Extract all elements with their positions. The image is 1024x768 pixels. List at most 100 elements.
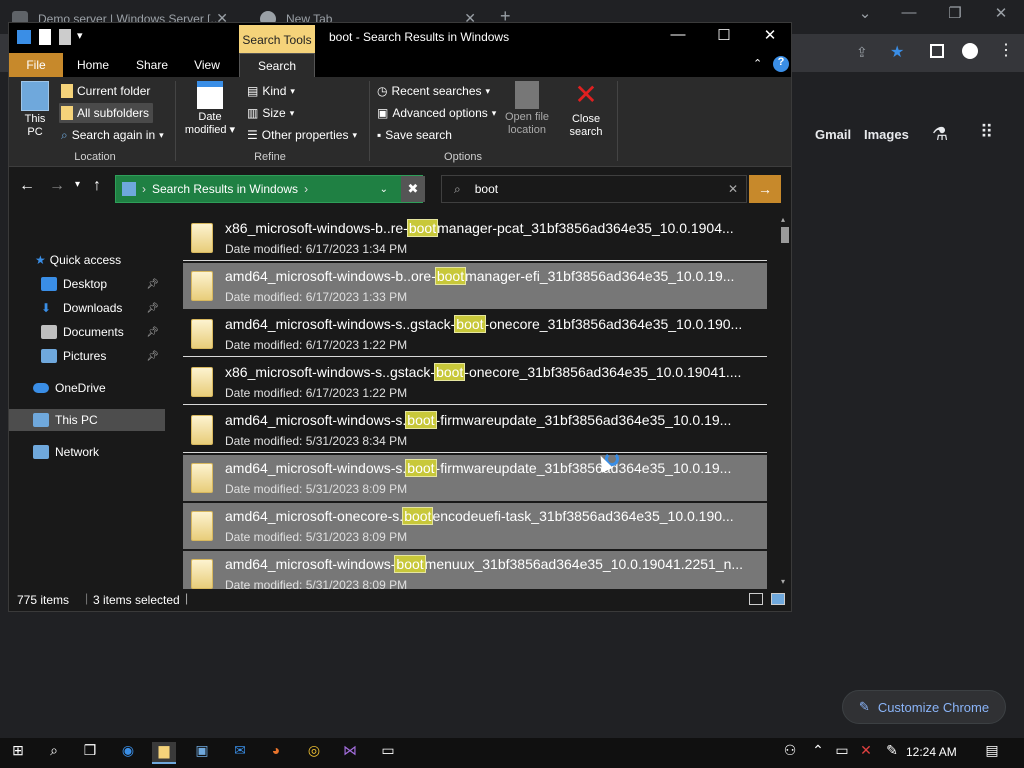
close-search-button[interactable]: ✕ Close search — [561, 81, 611, 139]
visual-studio-icon[interactable]: ⋈ — [338, 742, 362, 764]
date-modified-button[interactable]: Date modified ▾ — [181, 81, 239, 137]
side-panel-icon[interactable] — [930, 44, 944, 58]
nav-item-this-pc[interactable]: This PC — [9, 409, 165, 431]
file-explorer-icon[interactable]: ▆ — [152, 742, 176, 764]
result-row[interactable]: x86_microsoft-windows-b..re-bootmanager-… — [183, 215, 767, 261]
name-prefix: amd64_microsoft-windows-s. — [225, 412, 407, 428]
nav-item-quick-access[interactable]: ★ Quick access — [9, 249, 165, 271]
result-row[interactable]: amd64_microsoft-windows-s..gstack-boot-o… — [183, 311, 767, 357]
pencil-icon: ✎ — [858, 699, 870, 714]
tab-home[interactable]: Home — [71, 53, 115, 77]
labs-flask-icon[interactable]: ⚗ — [932, 124, 948, 145]
address-dropdown-icon[interactable]: ⌄ — [380, 184, 388, 195]
nav-item-downloads[interactable]: ⬇ Downloads 📌︎ — [9, 297, 165, 319]
network-tray-icon[interactable]: ▭ — [830, 742, 854, 764]
tab-file[interactable]: File — [9, 53, 63, 77]
advanced-options-button[interactable]: ▣ Advanced options ▾ — [377, 103, 496, 123]
result-row[interactable]: amd64_microsoft-windows-bootmenuux_31bf3… — [183, 551, 767, 589]
mail-icon[interactable]: ✉ — [228, 742, 252, 764]
profile-avatar-icon[interactable] — [962, 43, 978, 59]
tray-chevron-up-icon[interactable]: ⌃ — [806, 742, 830, 764]
nav-item-onedrive[interactable]: OneDrive — [9, 377, 165, 399]
minimize-button[interactable]: — — [655, 26, 701, 50]
clear-query-icon[interactable]: ✕ — [728, 182, 738, 196]
result-row[interactable]: amd64_microsoft-windows-s.boot-firmwareu… — [183, 455, 767, 501]
keyword-highlight: boot — [434, 363, 466, 381]
quick-access-toolbar-dropdown-icon[interactable]: ▾ — [77, 29, 83, 42]
maximize-button[interactable]: ☐ — [701, 26, 747, 50]
scroll-up-icon[interactable]: ▴ — [781, 215, 785, 224]
vertical-scrollbar[interactable]: ▴ ▾ — [779, 215, 791, 589]
large-icons-view-icon[interactable] — [771, 593, 785, 605]
back-arrow-icon[interactable]: ← — [19, 177, 35, 195]
firefox-icon[interactable]: ◕ — [264, 742, 288, 764]
tab-view[interactable]: View — [187, 53, 227, 77]
search-again-in-button[interactable]: ⌕ Search again in ▾ — [61, 125, 164, 145]
customize-chrome-button[interactable]: ✎ Customize Chrome — [842, 690, 1006, 724]
clear-search-button[interactable]: ✖ — [401, 176, 425, 202]
other-properties-button[interactable]: ☰ Other properties ▾ — [247, 125, 357, 145]
action-center-icon[interactable]: ▤ — [980, 742, 1004, 764]
this-pc-button[interactable]: This PC — [17, 81, 53, 139]
properties-icon[interactable] — [39, 29, 51, 45]
nav-item-desktop[interactable]: Desktop 📌︎ — [9, 273, 165, 295]
people-icon[interactable]: ⚇ — [778, 742, 802, 764]
scroll-down-icon[interactable]: ▾ — [781, 577, 785, 586]
nav-item-network[interactable]: Network — [9, 441, 165, 463]
close-button[interactable]: ✕ — [747, 26, 793, 50]
up-arrow-icon[interactable]: ↑ — [93, 177, 101, 195]
pin-icon[interactable]: 📌︎ — [146, 279, 159, 290]
menu-kebab-icon[interactable]: ⋮ — [998, 40, 1014, 60]
recent-searches-button[interactable]: ◷ Recent searches ▾ — [377, 81, 490, 101]
edge-browser-icon[interactable]: ◉ — [116, 742, 140, 764]
help-icon[interactable]: ? — [773, 56, 789, 72]
collapse-ribbon-icon[interactable]: ⌃ — [753, 57, 762, 70]
recent-locations-icon[interactable]: ▾ — [75, 179, 80, 190]
new-folder-icon[interactable] — [59, 29, 71, 45]
pen-workspace-icon[interactable]: ✎ — [880, 742, 904, 764]
tab-share[interactable]: Share — [129, 53, 175, 77]
result-name: amd64_microsoft-onecore-s.bootencodeuefi… — [225, 507, 734, 525]
nav-item-pictures[interactable]: Pictures 📌︎ — [9, 345, 165, 367]
pin-icon[interactable]: 📌︎ — [146, 327, 159, 338]
scroll-thumb[interactable] — [781, 227, 789, 243]
share-icon[interactable]: ⇪ — [856, 44, 868, 61]
save-search-button[interactable]: ▪ Save search — [377, 125, 452, 145]
pin-icon[interactable]: 📌︎ — [146, 303, 159, 314]
apps-grid-icon[interactable]: ⠿ — [980, 122, 993, 143]
kind-button[interactable]: ▤ Kind ▾ — [247, 81, 295, 101]
restore-icon[interactable]: ❐ — [940, 4, 970, 22]
pin-icon[interactable]: 📌︎ — [146, 351, 159, 362]
search-go-button[interactable]: → — [749, 175, 781, 203]
result-row[interactable]: x86_microsoft-windows-s..gstack-boot-one… — [183, 359, 767, 405]
nav-item-documents[interactable]: Documents 📌︎ — [9, 321, 165, 343]
chrome-icon[interactable]: ◎ — [302, 742, 326, 764]
images-link[interactable]: Images — [864, 127, 909, 142]
all-subfolders-button[interactable]: All subfolders — [59, 103, 154, 123]
start-windows-icon[interactable]: ⊞ — [6, 742, 30, 764]
details-view-icon[interactable] — [749, 593, 763, 605]
size-button[interactable]: ▥ Size ▾ — [247, 103, 294, 123]
address-bar[interactable]: › Search Results in Windows › ⌄ — [115, 175, 423, 203]
store-icon[interactable]: ▣ — [190, 742, 214, 764]
minimize-icon[interactable]: — — [894, 4, 924, 21]
tab-search[interactable]: Search — [239, 53, 315, 77]
result-row[interactable]: amd64_microsoft-windows-b..ore-bootmanag… — [183, 263, 767, 309]
volume-muted-icon[interactable]: ✕ — [854, 742, 878, 764]
result-row[interactable]: amd64_microsoft-onecore-s.bootencodeuefi… — [183, 503, 767, 549]
result-name: amd64_microsoft-windows-s.boot-firmwareu… — [225, 411, 731, 429]
current-folder-button[interactable]: Current folder — [61, 81, 150, 101]
taskbar-clock[interactable]: 12:24 AM — [906, 745, 957, 759]
command-prompt-icon[interactable]: ▭ — [376, 742, 400, 764]
computer-icon — [33, 413, 49, 427]
gmail-link[interactable]: Gmail — [815, 127, 851, 142]
search-icon[interactable]: ⌕ — [42, 742, 66, 764]
search-input[interactable]: ⌕ boot ✕ — [441, 175, 747, 203]
bookmark-star-icon[interactable]: ★ — [890, 42, 904, 62]
open-file-location-button[interactable]: Open file location — [499, 81, 555, 137]
result-row[interactable]: amd64_microsoft-windows-s.boot-firmwareu… — [183, 407, 767, 453]
task-view-icon[interactable]: ❒ — [78, 742, 102, 764]
close-icon[interactable]: ✕ — [986, 4, 1016, 22]
forward-arrow-icon[interactable]: → — [49, 177, 65, 195]
tab-search-icon[interactable]: ⌄ — [850, 4, 880, 22]
